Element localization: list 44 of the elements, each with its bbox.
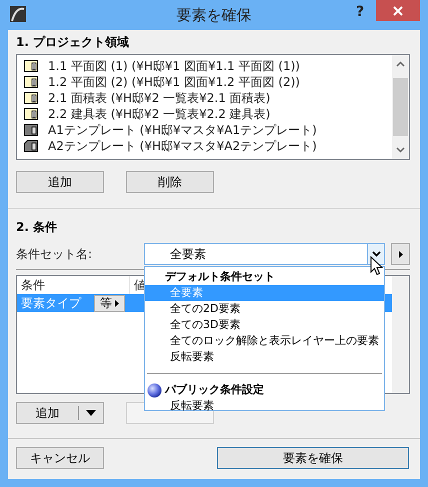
triangle-right-icon xyxy=(398,250,402,258)
layout-icon xyxy=(24,60,38,72)
section-heading: 2. 条件 xyxy=(16,219,58,235)
operator-button[interactable]: 等 xyxy=(94,294,125,312)
table-cell-text: 要素タイプ xyxy=(20,294,82,312)
dialog-button[interactable]: 削除 xyxy=(126,171,214,193)
close-button[interactable] xyxy=(376,0,420,21)
list-item[interactable]: 1.1 平面図 (1) (¥H邸¥1 図面¥1.1 平面図 (1)) xyxy=(48,58,300,74)
field-label: 条件セット名: xyxy=(16,246,94,262)
confirm-button[interactable]: 要素を確保 xyxy=(217,447,409,469)
triangle-right-icon xyxy=(115,300,119,306)
globe-icon xyxy=(147,382,162,398)
cancel-button[interactable]: キャンセル xyxy=(16,447,104,469)
menu-item[interactable]: 全てのロック解除と表示レイヤー上の要素 xyxy=(145,333,384,349)
window-title: 要素を確保 xyxy=(176,6,252,24)
help-button[interactable]: ? xyxy=(356,4,364,20)
list-item[interactable]: 1.2 平面図 (2) (¥H邸¥1 図面¥1.2 平面図 (2)) xyxy=(48,74,300,90)
app-icon xyxy=(10,6,26,22)
menu-item[interactable]: 反転要素 xyxy=(145,398,384,414)
add-split-button[interactable]: 追加 xyxy=(16,402,104,424)
scrollbar[interactable] xyxy=(392,276,409,393)
chevron-down-icon xyxy=(372,251,380,257)
scrollbar[interactable] xyxy=(392,55,409,159)
menu-group-header: パブリック条件設定 xyxy=(165,382,264,398)
close-icon xyxy=(393,6,403,16)
layout-icon xyxy=(24,76,38,88)
list-item[interactable]: A1テンプレート (¥H邸¥マスタ¥A1テンプレート) xyxy=(48,122,317,138)
criteria-set-dropdown[interactable]: 全要素 xyxy=(144,243,385,265)
list-item[interactable]: A2テンプレート (¥H邸¥マスタ¥A2テンプレート) xyxy=(48,138,317,154)
menu-item[interactable]: 全ての3D要素 xyxy=(145,317,384,333)
menu-group-header: デフォルト条件セット xyxy=(164,269,276,285)
master-layout-icon xyxy=(24,140,38,152)
list-item[interactable]: 2.1 面積表 (¥H邸¥2 一覧表¥2.1 面積表) xyxy=(48,90,270,106)
dialog-button[interactable]: 追加 xyxy=(16,171,104,193)
section-heading: 1. プロジェクト領域 xyxy=(16,34,130,50)
chevron-up-icon[interactable] xyxy=(396,61,405,67)
layout-icon xyxy=(24,92,38,104)
menu-item[interactable]: 全ての2D要素 xyxy=(145,301,384,317)
menu-item[interactable]: 反転要素 xyxy=(145,349,384,365)
layout-icon xyxy=(24,108,38,120)
chevron-down-icon[interactable] xyxy=(396,147,405,153)
master-layout-icon xyxy=(24,124,38,136)
menu-button[interactable] xyxy=(391,243,410,265)
list-item[interactable]: 2.2 建具表 (¥H邸¥2 一覧表¥2.2 建具表) xyxy=(48,106,270,122)
